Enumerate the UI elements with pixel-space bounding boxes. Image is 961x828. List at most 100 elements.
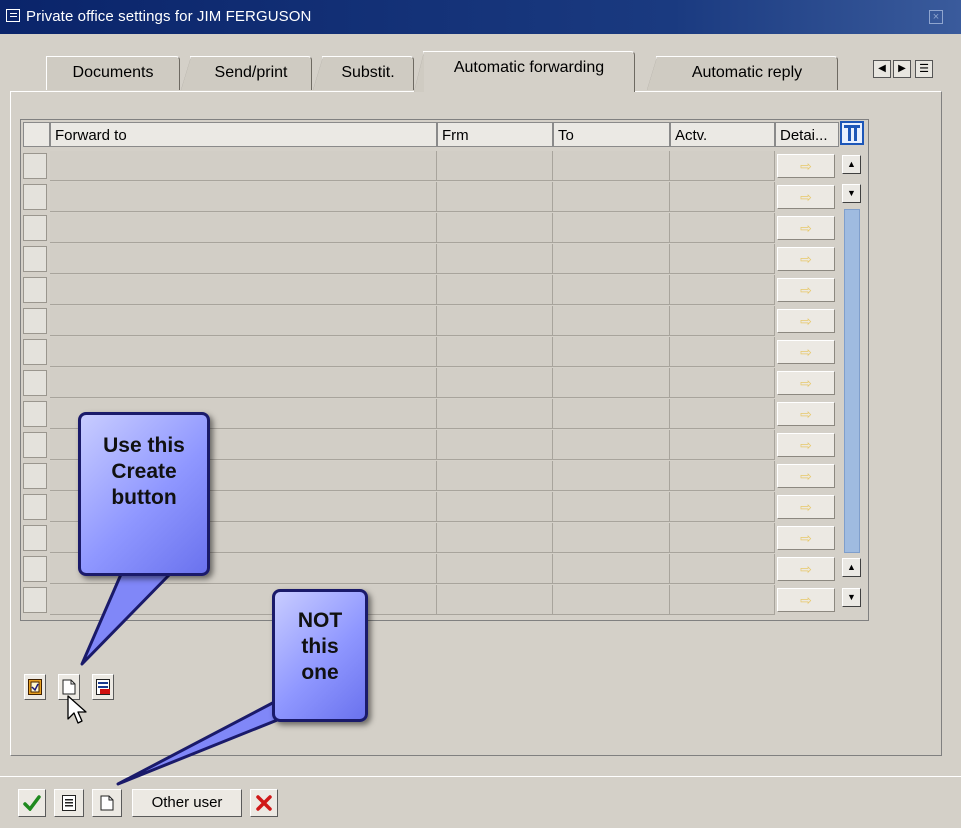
scroll-down-icon[interactable]: ▼ [842, 184, 861, 203]
row-selector[interactable] [23, 246, 47, 272]
forward-to-cell[interactable] [50, 213, 437, 243]
column-header-forward-to[interactable]: Forward to [50, 122, 437, 147]
row-selector[interactable] [23, 463, 47, 489]
to-date-cell[interactable] [553, 399, 670, 429]
tab-scroll-left-icon[interactable]: ◀ [873, 60, 891, 78]
from-date-cell[interactable] [437, 523, 553, 553]
to-date-cell[interactable] [553, 275, 670, 305]
create-button[interactable] [58, 674, 80, 700]
scroll-up-icon[interactable]: ▲ [842, 558, 861, 577]
document-list-button[interactable] [54, 789, 84, 817]
row-selector[interactable] [23, 308, 47, 334]
column-header-from[interactable]: Frm [437, 122, 553, 147]
forward-to-cell[interactable] [50, 244, 437, 274]
confirm-button[interactable] [18, 789, 46, 817]
row-selector[interactable] [23, 587, 47, 613]
active-cell[interactable] [670, 151, 775, 181]
active-cell[interactable] [670, 430, 775, 460]
forward-to-cell[interactable] [50, 368, 437, 398]
tab-automatic-forwarding[interactable]: Automatic forwarding [414, 51, 635, 92]
detail-arrow-icon[interactable]: ⇨ [777, 309, 835, 333]
from-date-cell[interactable] [437, 399, 553, 429]
tab-documents[interactable]: Documents [46, 56, 180, 90]
column-settings-icon[interactable] [840, 121, 864, 145]
detail-arrow-icon[interactable]: ⇨ [777, 588, 835, 612]
from-date-cell[interactable] [437, 492, 553, 522]
close-icon[interactable]: × [929, 10, 943, 24]
detail-arrow-icon[interactable]: ⇨ [777, 216, 835, 240]
from-date-cell[interactable] [437, 213, 553, 243]
other-user-button[interactable]: Other user [132, 789, 242, 817]
detail-arrow-icon[interactable]: ⇨ [777, 557, 835, 581]
active-cell[interactable] [670, 399, 775, 429]
from-date-cell[interactable] [437, 275, 553, 305]
from-date-cell[interactable] [437, 244, 553, 274]
to-date-cell[interactable] [553, 306, 670, 336]
active-cell[interactable] [670, 554, 775, 584]
column-header-active[interactable]: Actv. [670, 122, 775, 147]
row-selector[interactable] [23, 339, 47, 365]
select-all-button[interactable] [24, 674, 46, 700]
active-cell[interactable] [670, 275, 775, 305]
row-selector[interactable] [23, 401, 47, 427]
active-cell[interactable] [670, 213, 775, 243]
active-cell[interactable] [670, 461, 775, 491]
forward-to-cell[interactable] [50, 182, 437, 212]
tab-send-print[interactable]: Send/print [181, 56, 312, 90]
active-cell[interactable] [670, 368, 775, 398]
from-date-cell[interactable] [437, 182, 553, 212]
active-cell[interactable] [670, 244, 775, 274]
to-date-cell[interactable] [553, 492, 670, 522]
to-date-cell[interactable] [553, 182, 670, 212]
cancel-button[interactable] [250, 789, 278, 817]
column-header-to[interactable]: To [553, 122, 670, 147]
forward-to-cell[interactable] [50, 275, 437, 305]
active-cell[interactable] [670, 182, 775, 212]
row-selector[interactable] [23, 370, 47, 396]
delete-row-button[interactable] [92, 674, 114, 700]
to-date-cell[interactable] [553, 151, 670, 181]
tab-scroll-right-icon[interactable]: ▶ [893, 60, 911, 78]
tab-substitute[interactable]: Substit. [313, 56, 414, 90]
detail-arrow-icon[interactable]: ⇨ [777, 340, 835, 364]
detail-arrow-icon[interactable]: ⇨ [777, 154, 835, 178]
forward-to-cell[interactable] [50, 151, 437, 181]
new-document-button[interactable] [92, 789, 122, 817]
from-date-cell[interactable] [437, 430, 553, 460]
vertical-scrollbar[interactable]: ▲ ▼ ▲ ▼ [842, 155, 862, 610]
tab-list-icon[interactable]: ☰ [915, 60, 933, 78]
row-selector[interactable] [23, 153, 47, 179]
row-selector[interactable] [23, 432, 47, 458]
detail-arrow-icon[interactable]: ⇨ [777, 433, 835, 457]
to-date-cell[interactable] [553, 244, 670, 274]
row-selector[interactable] [23, 525, 47, 551]
from-date-cell[interactable] [437, 151, 553, 181]
active-cell[interactable] [670, 585, 775, 615]
row-selector[interactable] [23, 215, 47, 241]
active-cell[interactable] [670, 306, 775, 336]
to-date-cell[interactable] [553, 523, 670, 553]
row-selector[interactable] [23, 556, 47, 582]
from-date-cell[interactable] [437, 368, 553, 398]
detail-arrow-icon[interactable]: ⇨ [777, 495, 835, 519]
forward-to-cell[interactable] [50, 585, 437, 615]
detail-arrow-icon[interactable]: ⇨ [777, 526, 835, 550]
row-selector[interactable] [23, 277, 47, 303]
scroll-up-icon[interactable]: ▲ [842, 155, 861, 174]
detail-arrow-icon[interactable]: ⇨ [777, 371, 835, 395]
detail-arrow-icon[interactable]: ⇨ [777, 464, 835, 488]
select-all-header[interactable] [23, 122, 50, 147]
column-header-details[interactable]: Detai... [775, 122, 839, 147]
forward-to-cell[interactable] [50, 337, 437, 367]
detail-arrow-icon[interactable]: ⇨ [777, 402, 835, 426]
from-date-cell[interactable] [437, 554, 553, 584]
from-date-cell[interactable] [437, 461, 553, 491]
to-date-cell[interactable] [553, 554, 670, 584]
to-date-cell[interactable] [553, 368, 670, 398]
to-date-cell[interactable] [553, 461, 670, 491]
tab-automatic-reply[interactable]: Automatic reply [647, 56, 838, 90]
from-date-cell[interactable] [437, 585, 553, 615]
scroll-down-icon[interactable]: ▼ [842, 588, 861, 607]
scroll-track[interactable] [844, 209, 860, 553]
from-date-cell[interactable] [437, 306, 553, 336]
